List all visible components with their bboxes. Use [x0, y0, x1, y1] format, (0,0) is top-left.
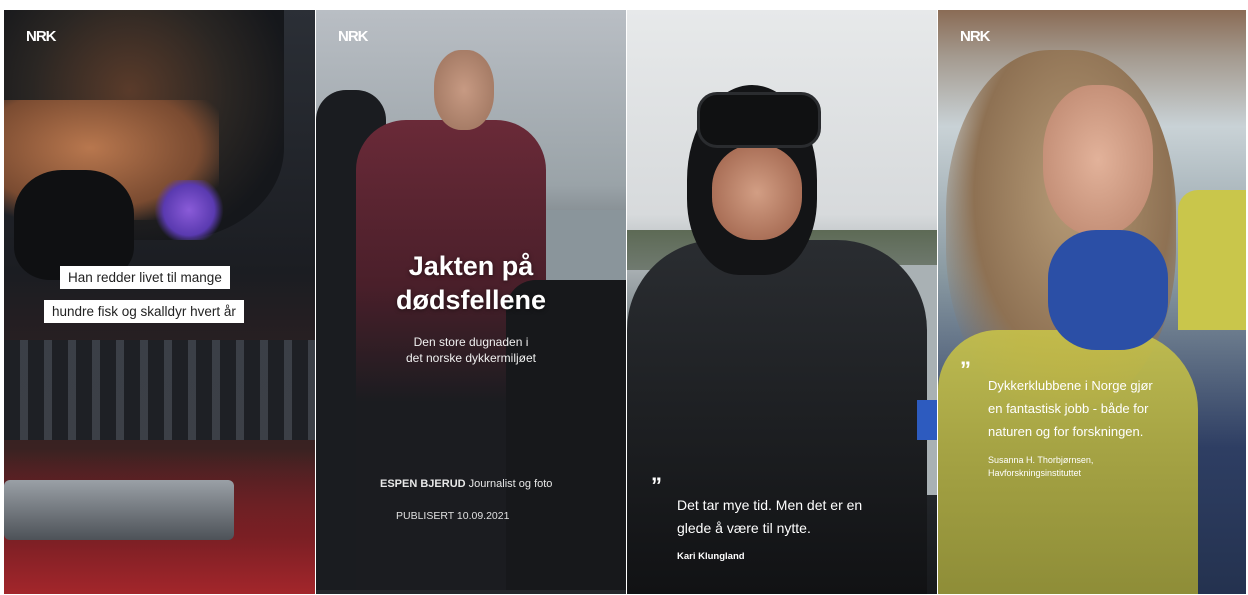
diving-mask	[697, 92, 821, 148]
face	[1043, 85, 1153, 235]
story-panel-4[interactable]: NRK ” Dykkerklubbene i Norge gjør en fan…	[938, 10, 1246, 594]
story-title-line-1: Jakten på	[408, 251, 534, 281]
diver-body	[627, 240, 927, 594]
background-vest	[1178, 190, 1246, 330]
nrk-logo[interactable]: NRK	[26, 28, 56, 45]
regulator-pipe	[4, 480, 234, 540]
story-subtitle-line-1: Den store dugnaden i	[413, 335, 529, 349]
story-panel-3[interactable]: ” Det tar mye tid. Men det er en glede å…	[627, 10, 937, 594]
quote-source-org: Havforskningsinstituttet	[988, 468, 1082, 478]
quote-source: Kari Klungland	[677, 551, 745, 562]
caption-line-1: Han redder livet til mange	[60, 266, 230, 289]
dive-backpack	[506, 280, 626, 590]
purple-light	[154, 180, 224, 240]
story-title-line-2: dødsfellene	[395, 285, 547, 315]
quote-line-2: en fantastisk jobb - både for	[988, 401, 1149, 416]
caption-line-2: hundre fisk og skalldyr hvert år	[44, 300, 244, 323]
regulator-hose	[4, 340, 315, 440]
nrk-logo[interactable]: NRK	[960, 28, 990, 45]
story-panel-1[interactable]: NRK Han redder livet til mange hundre fi…	[4, 10, 315, 594]
byline: ESPEN BJERUD Journalist og foto	[380, 478, 552, 490]
published-date: PUBLISERT 10.09.2021	[396, 510, 510, 522]
diving-mask	[14, 170, 134, 280]
author-name: ESPEN BJERUD	[380, 478, 466, 490]
blue-scarf	[1048, 230, 1168, 350]
author-role: Journalist og foto	[468, 478, 553, 490]
quote-line-2: glede å være til nytte.	[677, 520, 811, 536]
quote-line-1: Dykkerklubbene i Norge gjør	[988, 378, 1153, 393]
nrk-logo[interactable]: NRK	[338, 28, 368, 45]
quote-icon: ”	[960, 357, 971, 382]
quote-icon: ”	[651, 473, 662, 498]
story-panel-2[interactable]: NRK Jakten på dødsfellene Den store dugn…	[316, 10, 626, 594]
quote-line-1: Det tar mye tid. Men det er en	[677, 497, 863, 513]
blue-glove	[917, 400, 937, 440]
quote-line-3: naturen og for forskningen.	[988, 424, 1144, 439]
smiling-face	[712, 145, 802, 240]
diver-head	[434, 50, 494, 130]
story-subtitle-line-2: det norske dykkermiljøet	[405, 351, 537, 365]
quote-source-name: Susanna H. Thorbjørnsen,	[988, 455, 1094, 465]
